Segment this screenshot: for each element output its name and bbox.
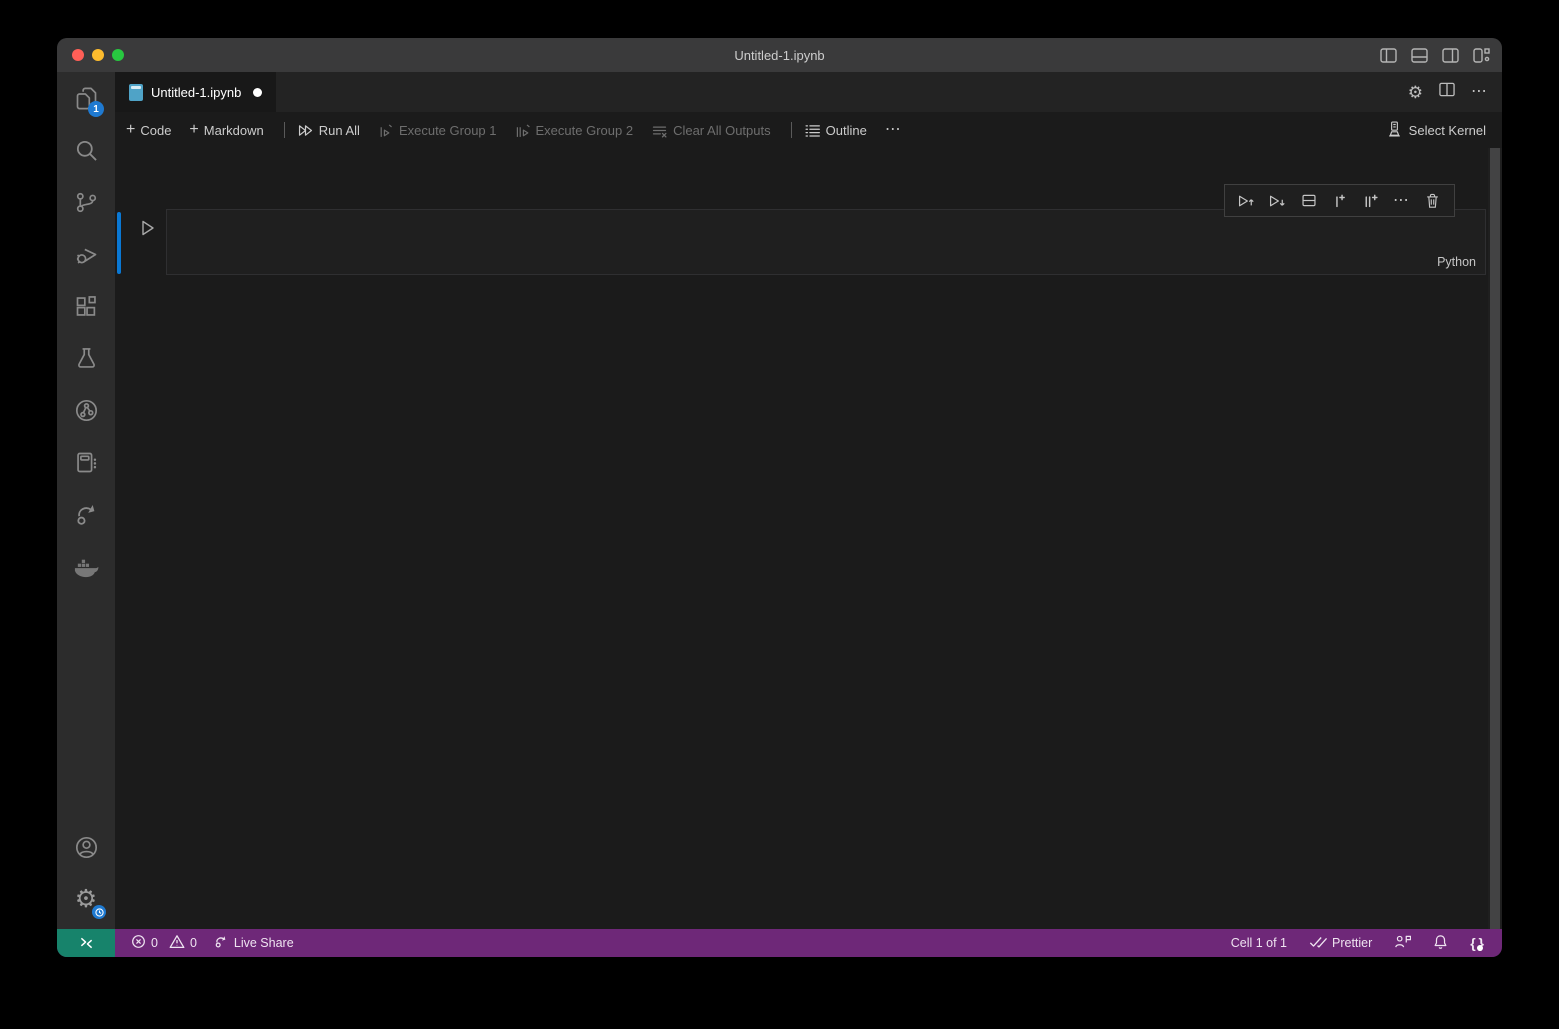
notifications-status[interactable] [1433, 934, 1448, 953]
outline-button[interactable]: Outline [804, 122, 867, 139]
execute-group-2-icon [515, 122, 531, 139]
notebook-toolbar: + Code + Markdown Run All E [115, 112, 1502, 148]
more-editor-actions-icon[interactable]: ⋯ [1471, 84, 1488, 100]
add-to-group-2-icon[interactable] [1355, 187, 1386, 215]
run-all-button[interactable]: Run All [297, 122, 360, 139]
cell-focus-indicator[interactable] [117, 212, 121, 274]
execute-above-cells-button[interactable] [1231, 187, 1262, 215]
live-share-status-icon [213, 934, 229, 952]
editor-area: Untitled-1.ipynb ⚙ ⋯ + Code + Markdown [115, 72, 1502, 929]
sidebar-item-testing[interactable] [57, 332, 115, 384]
execute-group-1-button[interactable]: Execute Group 1 [378, 122, 497, 139]
select-kernel-button[interactable]: Select Kernel [1386, 120, 1486, 141]
live-share-icon [73, 501, 100, 528]
toolbar-separator [284, 122, 285, 138]
delete-cell-icon[interactable] [1417, 187, 1448, 215]
vscode-window: Untitled-1.ipynb [57, 38, 1502, 957]
testing-flask-icon [73, 345, 100, 372]
status-bar: 0 0 Live Share Cell 1 of 1 [57, 929, 1502, 957]
customize-layout-icon[interactable] [1473, 48, 1490, 63]
sidebar-item-explorer[interactable]: 1 [57, 72, 115, 124]
more-actions-icon: ⋯ [885, 122, 902, 138]
feedback-person-flag-icon [1394, 934, 1411, 952]
more-cell-actions-icon[interactable]: ⋯ [1386, 187, 1417, 215]
warnings-icon [169, 934, 185, 952]
sidebar-item-settings[interactable]: ⚙ [57, 873, 115, 925]
errors-icon [131, 934, 146, 952]
source-control-icon [73, 189, 100, 216]
split-editor-icon[interactable] [1439, 82, 1455, 102]
clear-all-outputs-button[interactable]: Clear All Outputs [651, 122, 771, 139]
clear-all-outputs-icon [651, 122, 668, 139]
add-to-group-1-icon[interactable] [1324, 187, 1355, 215]
more-toolbar-actions-button[interactable]: ⋯ [885, 122, 902, 138]
cell-toolbar: ⋯ [1224, 184, 1455, 217]
run-and-debug-icon [73, 241, 100, 268]
account-icon [73, 834, 100, 861]
explorer-badge: 1 [88, 101, 104, 117]
outline-list-icon [804, 122, 821, 139]
notebook-sidebar-icon [73, 449, 100, 476]
sidebar-item-source-control[interactable] [57, 176, 115, 228]
run-all-icon [297, 122, 314, 139]
live-share-status[interactable]: Live Share [213, 934, 294, 952]
notebook-settings-gear-icon[interactable]: ⚙ [1408, 84, 1423, 101]
error-count: 0 [151, 936, 158, 950]
commit-graph-icon [73, 397, 100, 424]
execute-group-2-button[interactable]: Execute Group 2 [515, 122, 634, 139]
problems-status[interactable]: 0 0 [131, 934, 197, 952]
extensions-icon [73, 293, 100, 320]
sidebar-item-run-and-debug[interactable] [57, 228, 115, 280]
braces-extension-status[interactable]: { } [1470, 935, 1484, 951]
kernel-icon [1386, 120, 1403, 141]
scrollbar-thumb[interactable] [1490, 148, 1500, 929]
run-cell-button[interactable] [137, 218, 157, 238]
notebook-editor: Python [115, 148, 1488, 929]
bell-icon [1433, 934, 1448, 953]
plus-icon: + [126, 122, 135, 138]
settings-update-clock-badge [92, 905, 106, 919]
toggle-panel-icon[interactable] [1411, 48, 1428, 63]
cell-language-picker[interactable]: Python [1437, 255, 1476, 269]
notebook-icon [129, 84, 143, 101]
add-code-cell-button[interactable]: + Code [126, 122, 171, 138]
prettier-status[interactable]: Prettier [1309, 935, 1372, 952]
window-title: Untitled-1.ipynb [57, 48, 1502, 63]
feedback-status[interactable] [1394, 934, 1411, 952]
sidebar-item-live-share[interactable] [57, 488, 115, 540]
title-bar: Untitled-1.ipynb [57, 38, 1502, 72]
sidebar-item-accounts[interactable] [57, 821, 115, 873]
double-check-icon [1309, 935, 1327, 952]
docker-whale-icon [72, 552, 100, 580]
sidebar-item-search[interactable] [57, 124, 115, 176]
remote-indicator[interactable] [57, 929, 115, 957]
toolbar-separator [791, 122, 792, 138]
tab-untitled-1-ipynb[interactable]: Untitled-1.ipynb [115, 72, 276, 112]
execute-cell-and-below-button[interactable] [1262, 187, 1293, 215]
code-cell[interactable]: Python [166, 209, 1486, 275]
sidebar-item-jupyter-notebook[interactable] [57, 436, 115, 488]
unsaved-changes-dot[interactable] [253, 88, 262, 97]
execute-group-1-icon [378, 122, 394, 139]
sidebar-item-docker[interactable] [57, 540, 115, 592]
tab-bar: Untitled-1.ipynb ⚙ ⋯ [115, 72, 1502, 112]
activity-bar: 1 [57, 72, 115, 929]
cell-position-status[interactable]: Cell 1 of 1 [1231, 936, 1287, 950]
notebook-scrollbar[interactable] [1488, 148, 1502, 929]
warning-count: 0 [190, 936, 197, 950]
add-markdown-cell-button[interactable]: + Markdown [189, 122, 263, 138]
braces-icon: { } [1470, 935, 1484, 951]
split-cell-button[interactable] [1293, 187, 1324, 215]
tab-label: Untitled-1.ipynb [151, 85, 241, 100]
search-icon [73, 137, 100, 164]
toggle-primary-sidebar-icon[interactable] [1380, 48, 1397, 63]
sidebar-item-extensions[interactable] [57, 280, 115, 332]
toggle-secondary-sidebar-icon[interactable] [1442, 48, 1459, 63]
sidebar-item-source-control-graph[interactable] [57, 384, 115, 436]
plus-icon: + [189, 122, 198, 138]
